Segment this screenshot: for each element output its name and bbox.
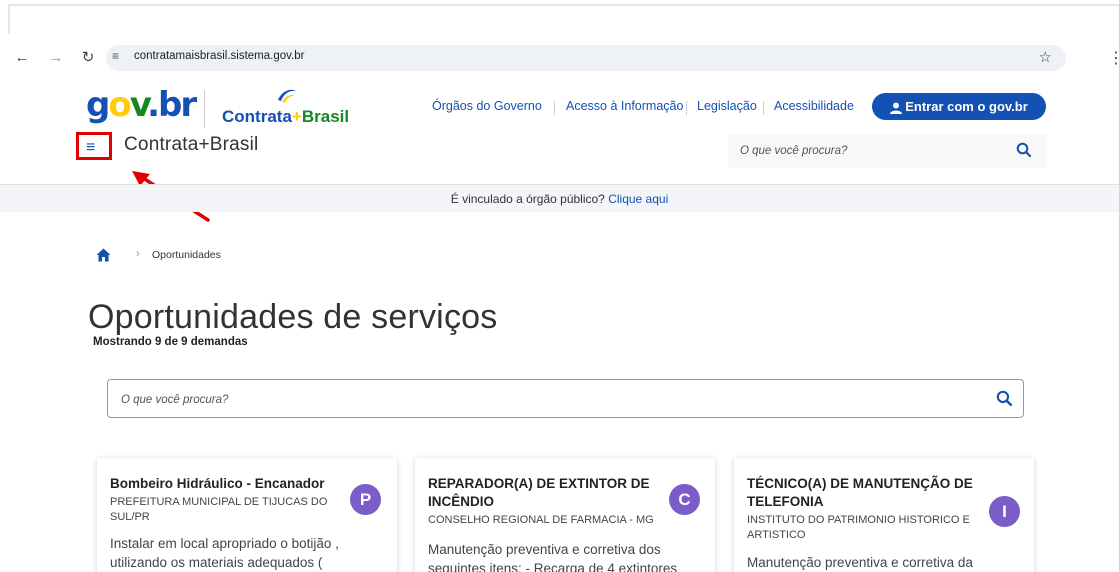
opportunity-card[interactable]: TÉCNICO(A) DE MANUTENÇÃO DE TELEFONIA IN… <box>734 458 1034 572</box>
forward-icon[interactable]: → <box>46 48 66 68</box>
annotation-highlight-box: ≡ <box>76 132 112 160</box>
url-text[interactable]: contratamaisbrasil.sistema.gov.br <box>134 50 304 62</box>
opportunity-card[interactable]: REPARADOR(A) DE EXTINTOR DE INCÊNDIO CON… <box>415 458 715 572</box>
address-bar[interactable]: ≡ contratamaisbrasil.sistema.gov.br ☆ <box>106 45 1066 71</box>
contrata-brasil-wordmark: Contrata+Brasil <box>222 107 349 127</box>
page-title: Oportunidades de serviços <box>88 298 498 336</box>
link-separator <box>554 101 555 115</box>
login-label: Entrar com o gov.br <box>905 99 1028 114</box>
govbr-logo[interactable]: gov.br <box>86 85 197 125</box>
link-legislacao[interactable]: Legislação <box>697 99 757 113</box>
card-description: Manutenção preventiva e corretiva da <box>747 555 973 570</box>
card-avatar-badge: C <box>669 484 700 515</box>
card-title[interactable]: REPARADOR(A) DE EXTINTOR DE INCÊNDIO <box>428 475 664 511</box>
notice-text-line: É vinculado a órgão público? Clique aqui <box>0 192 1119 206</box>
user-icon <box>890 102 903 114</box>
card-title[interactable]: Bombeiro Hidráulico - Encanador <box>110 475 346 493</box>
opportunity-card[interactable]: Bombeiro Hidráulico - Encanador PREFEITU… <box>97 458 397 572</box>
search-icon[interactable] <box>996 390 1013 407</box>
logo-swoosh-icon <box>278 89 296 103</box>
card-org: INSTITUTO DO PATRIMONIO HISTORICO E ARTI… <box>747 514 970 541</box>
card-avatar-badge: I <box>989 496 1020 527</box>
card-avatar-badge: P <box>350 484 381 515</box>
card-description: Instalar em local apropriado o botijão ,… <box>110 536 339 570</box>
bookmark-star-icon[interactable]: ☆ <box>1039 48 1052 66</box>
site-settings-icon[interactable]: ≡ <box>112 49 119 63</box>
breadcrumb-current: Oportunidades <box>152 249 221 261</box>
logo-letter: br <box>158 85 197 125</box>
main-search-placeholder: O que você procura? <box>121 394 229 406</box>
browser-tab-strip <box>0 0 1119 36</box>
logo-divider <box>204 90 205 128</box>
card-description: Manutenção preventiva e corretiva dos se… <box>428 542 678 572</box>
header-search-placeholder: O que você procura? <box>740 145 848 157</box>
header-search-input[interactable]: O que você procura? <box>728 134 1046 168</box>
window-edge <box>8 4 1119 6</box>
notice-bar: É vinculado a órgão público? Clique aqui <box>0 184 1119 212</box>
wordmark-part: Brasil <box>301 107 350 126</box>
contrata-brasil-logo[interactable]: Contrata+Brasil <box>222 88 349 128</box>
chevron-right-icon: › <box>136 248 140 260</box>
window-edge-left <box>8 4 10 34</box>
link-acesso-informacao[interactable]: Acesso à Informação <box>566 99 683 113</box>
main-search-input[interactable]: O que você procura? <box>107 379 1024 418</box>
browser-menu-icon[interactable]: ⋮ <box>1108 48 1119 68</box>
back-icon[interactable]: ← <box>12 48 32 68</box>
search-icon[interactable] <box>1016 142 1032 158</box>
logo-letter: g <box>86 85 110 125</box>
logo-letter: o <box>108 85 131 125</box>
logo-letter: . <box>147 85 160 125</box>
wordmark-part: + <box>291 107 302 126</box>
card-org: CONSELHO REGIONAL DE FARMACIA - MG <box>428 514 654 526</box>
site-title: Contrata+Brasil <box>124 134 259 155</box>
reload-icon[interactable]: ↻ <box>78 48 98 68</box>
hamburger-menu-icon[interactable]: ≡ <box>86 140 95 156</box>
results-count: Mostrando 9 de 9 demandas <box>93 336 248 348</box>
notice-text: É vinculado a órgão público? <box>450 192 609 206</box>
card-title[interactable]: TÉCNICO(A) DE MANUTENÇÃO DE TELEFONIA <box>747 475 983 511</box>
logo-letter: v <box>129 85 149 125</box>
notice-link[interactable]: Clique aqui <box>608 192 668 206</box>
link-separator <box>686 101 687 115</box>
link-orgaos-governo[interactable]: Órgãos do Governo <box>432 99 542 113</box>
login-govbr-button[interactable]: Entrar com o gov.br <box>872 93 1046 120</box>
link-separator <box>763 101 764 115</box>
wordmark-part: Contrata <box>222 107 292 126</box>
home-icon[interactable] <box>96 248 111 262</box>
card-org: PREFEITURA MUNICIPAL DE TIJUCAS DO SUL/P… <box>110 496 328 523</box>
link-acessibilidade[interactable]: Acessibilidade <box>774 99 854 113</box>
browser-toolbar: ← → ↻ ≡ contratamaisbrasil.sistema.gov.b… <box>0 40 1119 76</box>
